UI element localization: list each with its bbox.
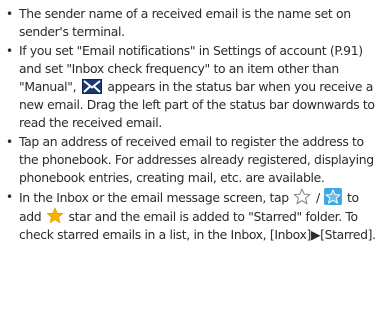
note-text-part3: star and the email is added to "Starred"… (19, 209, 376, 242)
help-page: • The sender name of a received email is… (0, 0, 384, 322)
note-separator: / (316, 190, 320, 205)
mail-icon (81, 79, 102, 94)
star-blue-icon (324, 188, 343, 205)
note-starred: • In the Inbox or the email message scre… (6, 188, 380, 244)
star-outline-icon (294, 188, 311, 205)
bullet-marker: • (6, 7, 13, 21)
note-text: Tap an address of received email to regi… (19, 134, 374, 185)
note-text-part1: In the Inbox or the email message screen… (19, 190, 289, 205)
bullet-marker: • (6, 190, 13, 204)
star-yellow-icon (46, 207, 64, 224)
note-email-notification: • If you set "Email notifications" in Se… (6, 42, 380, 132)
bullet-marker: • (6, 135, 13, 149)
note-register-address: • Tap an address of received email to re… (6, 133, 380, 187)
bullet-marker: • (6, 44, 13, 58)
notes-list: • The sender name of a received email is… (6, 5, 380, 245)
note-text: The sender name of a received email is t… (19, 6, 351, 39)
note-sender-name: • The sender name of a received email is… (6, 5, 380, 41)
